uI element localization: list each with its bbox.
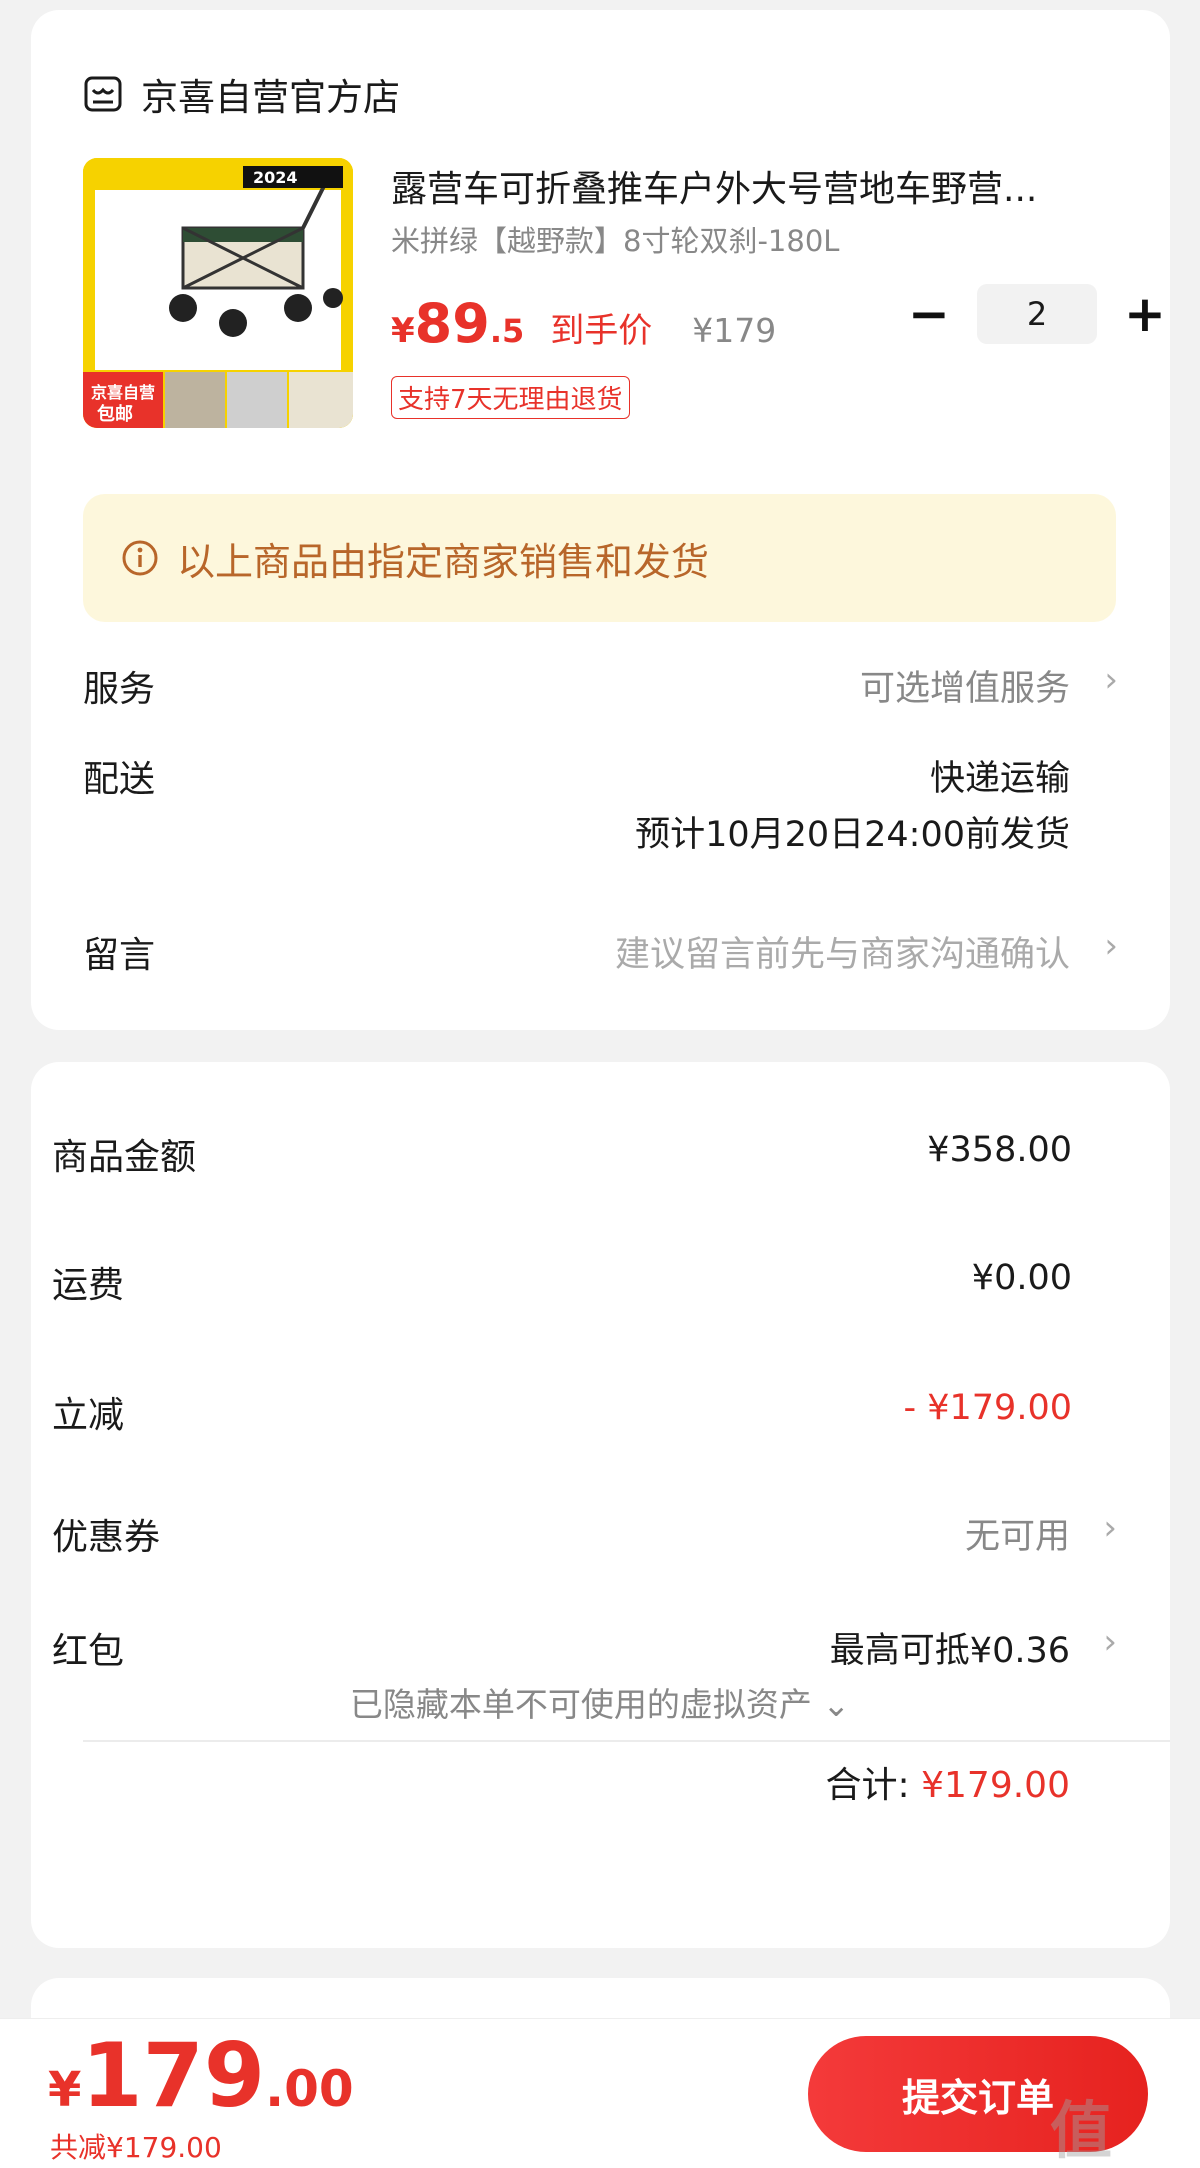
watermark-logo: 值 [1050, 2094, 1113, 2167]
info-icon [122, 540, 158, 576]
seller-notice: 以上商品由指定商家销售和发货 [83, 494, 1116, 622]
chevron-right-icon[interactable]: › [1104, 660, 1118, 700]
price-summary-card [31, 1062, 1170, 1948]
redpacket-value[interactable]: 最高可抵¥0.36 [830, 1622, 1070, 1673]
return-policy-badge: 支持7天无理由退货 [391, 376, 630, 419]
product-title[interactable]: 露营车可折叠推车户外大号营地车野营... [391, 160, 1131, 212]
svg-text:京喜自营: 京喜自营 [91, 383, 155, 402]
store-header[interactable]: 京喜自营官方店 [83, 62, 400, 126]
goods-amount-value: ¥358.00 [927, 1130, 1072, 1170]
original-price: ¥179 [692, 311, 777, 350]
shipping-value: ¥0.00 [971, 1258, 1072, 1298]
minus-button[interactable]: − [901, 285, 957, 343]
payable-symbol: ¥ [48, 2062, 82, 2118]
payable-integer: 179 [81, 2024, 266, 2127]
delivery-method: 快递运输 [929, 759, 1070, 799]
store-name: 京喜自营官方店 [141, 76, 400, 119]
order-total: 合计: ¥179.00 [826, 1756, 1070, 1808]
product-spec[interactable]: 米拼绿【越野款】8寸轮双刹-180L [391, 218, 839, 260]
price-decimal: .5 [489, 312, 525, 350]
chevron-right-icon[interactable]: › [1104, 926, 1118, 966]
chevron-right-icon[interactable]: › [1103, 1622, 1117, 1662]
service-value[interactable]: 可选增值服务 [860, 660, 1070, 711]
redpacket-label: 红包 [52, 1631, 125, 1672]
coupon-value[interactable]: 无可用 [965, 1508, 1070, 1559]
plus-button[interactable]: + [1117, 285, 1173, 343]
shipping-label: 运费 [52, 1265, 125, 1306]
quantity-input[interactable]: 2 [977, 284, 1097, 344]
coupon-label: 优惠券 [52, 1517, 161, 1558]
total-saving: 共减¥179.00 [50, 2131, 222, 2164]
svg-text:2024: 2024 [253, 168, 298, 187]
wagon-image: 2024 京喜自营 包邮 [83, 158, 353, 428]
price-integer: 89 [414, 292, 490, 355]
notice-text: 以上商品由指定商家销售和发货 [177, 539, 710, 584]
service-label: 服务 [83, 669, 156, 710]
hidden-assets-text: 已隐藏本单不可使用的虚拟资产 [349, 1685, 812, 1724]
total-label: 合计: [825, 1765, 910, 1806]
product-thumbnail[interactable]: 2024 京喜自营 包邮 [83, 158, 353, 428]
product-price: ¥ 89 .5 到手价 ¥179 [391, 292, 776, 355]
order-item-card: 京喜自营官方店 2024 京喜自营 包邮 露营车可折叠推车户外大号营地车野营..… [31, 10, 1170, 1030]
chevron-down-icon: ⌄ [822, 1685, 851, 1724]
discount-label: 立减 [52, 1395, 125, 1436]
delivery-label: 配送 [83, 759, 156, 800]
payable-decimal: .00 [265, 2060, 354, 2118]
divider [83, 1740, 1170, 1742]
message-label: 留言 [83, 935, 156, 976]
delivery-eta: 预计10月20日24:00前发货 [635, 815, 1070, 855]
message-input[interactable]: 建议留言前先与商家沟通确认 [615, 926, 1070, 977]
store-icon [84, 76, 122, 112]
price-tag: 到手价 [550, 311, 653, 351]
hidden-assets-toggle[interactable]: 已隐藏本单不可使用的虚拟资产 ⌄ [0, 1678, 1200, 1726]
goods-amount-label: 商品金额 [52, 1137, 197, 1178]
chevron-right-icon[interactable]: › [1103, 1508, 1117, 1548]
price-symbol: ¥ [391, 311, 415, 351]
discount-value: - ¥179.00 [903, 1388, 1073, 1428]
payable-price: ¥ 179 .00 [48, 2024, 354, 2127]
svg-text:包邮: 包邮 [97, 403, 133, 425]
quantity-stepper: − 2 + [901, 282, 1173, 346]
total-value: ¥179.00 [921, 1765, 1070, 1806]
